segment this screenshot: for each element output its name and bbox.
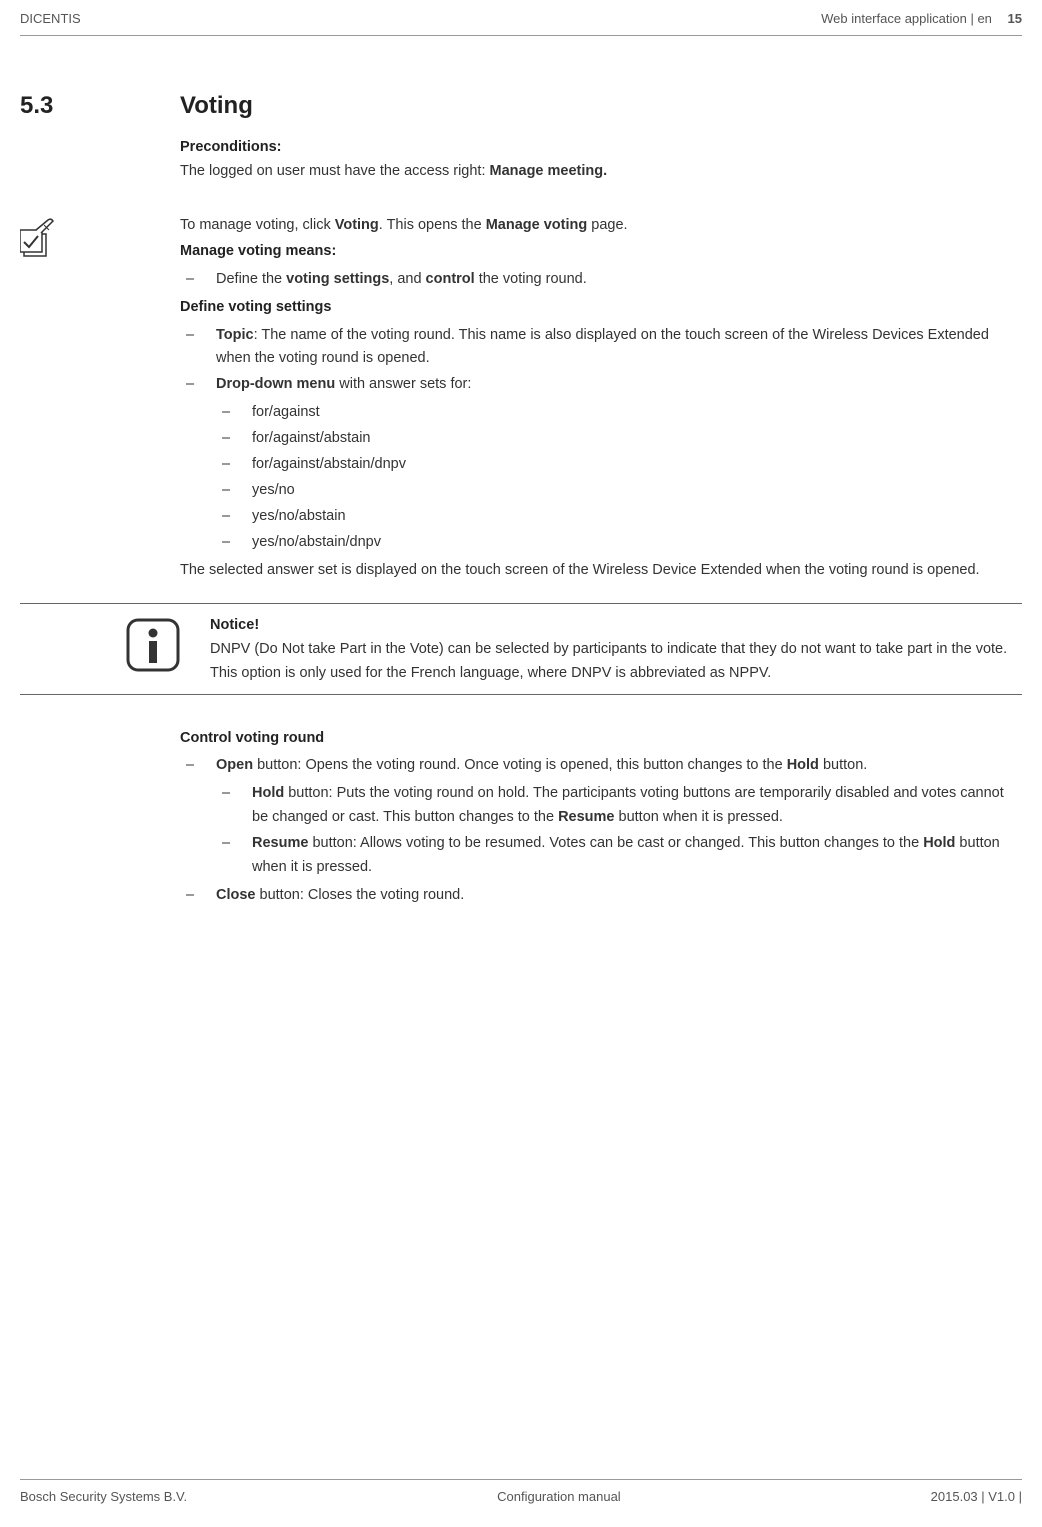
page-header: DICENTIS Web interface application | en … xyxy=(20,0,1022,36)
manage-means-heading: Manage voting means: xyxy=(180,240,1022,264)
control-heading: Control voting round xyxy=(180,727,1022,751)
notice-callout: Notice! DNPV (Do Not take Part in the Vo… xyxy=(20,603,1022,695)
notice-heading: Notice! xyxy=(210,614,1022,638)
list-item: yes/no/abstain/dnpv xyxy=(216,531,1022,555)
list-item: yes/no xyxy=(216,479,1022,503)
footer-right: 2015.03 | V1.0 | xyxy=(931,1486,1022,1507)
list-item: Hold button: Puts the voting round on ho… xyxy=(216,782,1022,830)
control-sublist: Hold button: Puts the voting round on ho… xyxy=(216,782,1022,880)
section-number: 5.3 xyxy=(20,86,180,183)
define-settings-heading: Define voting settings xyxy=(180,296,1022,320)
info-icon xyxy=(126,618,180,672)
list-item: for/against/abstain/dnpv xyxy=(216,453,1022,477)
section-title: Voting xyxy=(180,86,1022,126)
preconditions-heading: Preconditions: xyxy=(180,136,1022,160)
manage-means-list: Define the voting settings, and control … xyxy=(180,268,1022,292)
list-item: Resume button: Allows voting to be resum… xyxy=(216,832,1022,880)
page-number: 15 xyxy=(1008,11,1022,26)
list-item: Define the voting settings, and control … xyxy=(180,268,1022,292)
control-list: Open button: Opens the voting round. Onc… xyxy=(180,754,1022,908)
list-item: Close button: Closes the voting round. xyxy=(180,884,1022,908)
answer-set-list: for/against for/against/abstain for/agai… xyxy=(216,401,1022,555)
list-item: Open button: Opens the voting round. Onc… xyxy=(180,754,1022,880)
footer-center: Configuration manual xyxy=(497,1486,621,1507)
page-footer: Bosch Security Systems B.V. Configuratio… xyxy=(20,1479,1022,1507)
footer-left: Bosch Security Systems B.V. xyxy=(20,1486,187,1507)
define-settings-list: Topic: The name of the voting round. Thi… xyxy=(180,324,1022,555)
list-item: Topic: The name of the voting round. Thi… xyxy=(180,324,1022,372)
notice-text: DNPV (Do Not take Part in the Vote) can … xyxy=(210,638,1022,686)
list-item: yes/no/abstain xyxy=(216,505,1022,529)
header-left: DICENTIS xyxy=(20,8,81,29)
trailing-paragraph: The selected answer set is displayed on … xyxy=(180,559,1022,583)
list-item: Drop-down menu with answer sets for: for… xyxy=(180,373,1022,554)
list-item: for/against/abstain xyxy=(216,427,1022,451)
preconditions-text: The logged on user must have the access … xyxy=(180,160,1022,184)
header-right: Web interface application | en 15 xyxy=(821,8,1022,29)
intro-paragraph: To manage voting, click Voting. This ope… xyxy=(180,214,1022,238)
list-item: for/against xyxy=(216,401,1022,425)
hand-checkbox-icon xyxy=(20,218,64,258)
